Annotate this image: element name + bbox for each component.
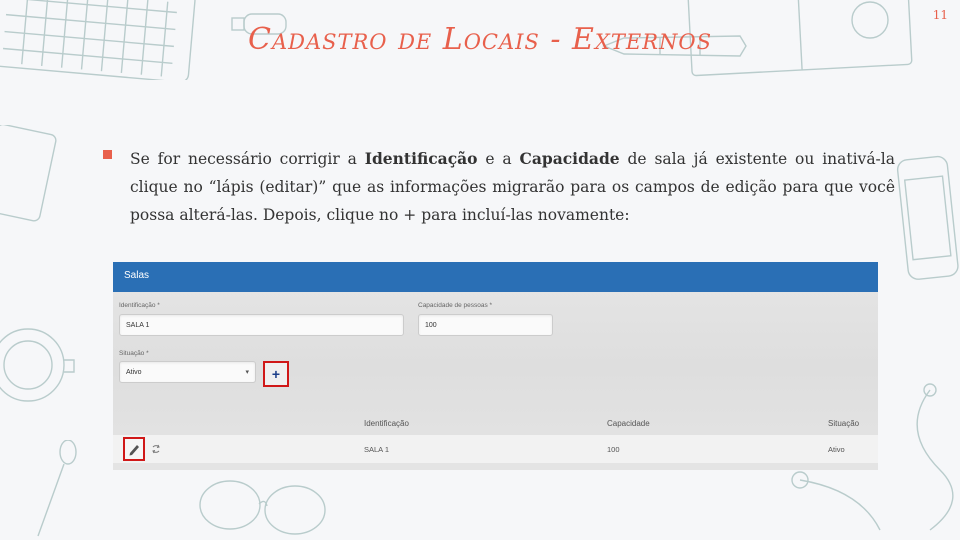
spoon-doodle bbox=[37, 440, 77, 537]
column-header-identificacao: Identificação bbox=[364, 419, 409, 428]
bullet-text: Se for necessário corrigir a Identificaç… bbox=[130, 145, 895, 229]
phone-doodle bbox=[896, 155, 959, 280]
salas-screenshot-panel: Salas Identificação * SALA 1 Capacidade … bbox=[113, 262, 878, 470]
situacao-selected-value: Ativo bbox=[126, 369, 142, 376]
bullet-text-part: Se for necessário corrigir a bbox=[130, 150, 365, 168]
chevron-down-icon: ▾ bbox=[245, 369, 249, 376]
slide-title: Cadastro de Locais - Externos bbox=[247, 22, 713, 57]
edit-button[interactable] bbox=[123, 437, 145, 461]
capacidade-input[interactable]: 100 bbox=[418, 314, 553, 336]
cell-identificacao: SALA 1 bbox=[364, 445, 390, 454]
add-button[interactable]: + bbox=[263, 361, 289, 387]
refresh-icon[interactable] bbox=[151, 443, 161, 455]
tablet-doodle bbox=[0, 125, 57, 222]
pencil-icon bbox=[129, 445, 139, 456]
bullet-bold-capacidade: Capacidade bbox=[519, 149, 620, 168]
capacidade-label: Capacidade de pessoas * bbox=[418, 302, 493, 309]
bullet-marker bbox=[103, 150, 112, 159]
panel-header-title: Salas bbox=[113, 262, 878, 292]
cell-capacidade: 100 bbox=[607, 445, 620, 454]
coffee-cup-doodle bbox=[0, 328, 75, 402]
column-header-capacidade: Capacidade bbox=[607, 419, 650, 428]
bullet-text-part: e a bbox=[477, 150, 520, 168]
column-header-situacao: Situação bbox=[828, 419, 860, 428]
table-row: SALA 1 100 Ativo bbox=[113, 435, 878, 463]
glasses-doodle bbox=[199, 480, 326, 535]
identificacao-input[interactable]: SALA 1 bbox=[119, 314, 404, 336]
identificacao-label: Identificação * bbox=[119, 302, 160, 309]
bullet-bold-identificacao: Identificação bbox=[364, 149, 478, 168]
cell-situacao: Ativo bbox=[828, 445, 845, 454]
situacao-label: Situação * bbox=[119, 350, 149, 357]
slide-number: 11 bbox=[932, 8, 948, 22]
situacao-select[interactable]: Ativo ▾ bbox=[119, 361, 256, 383]
